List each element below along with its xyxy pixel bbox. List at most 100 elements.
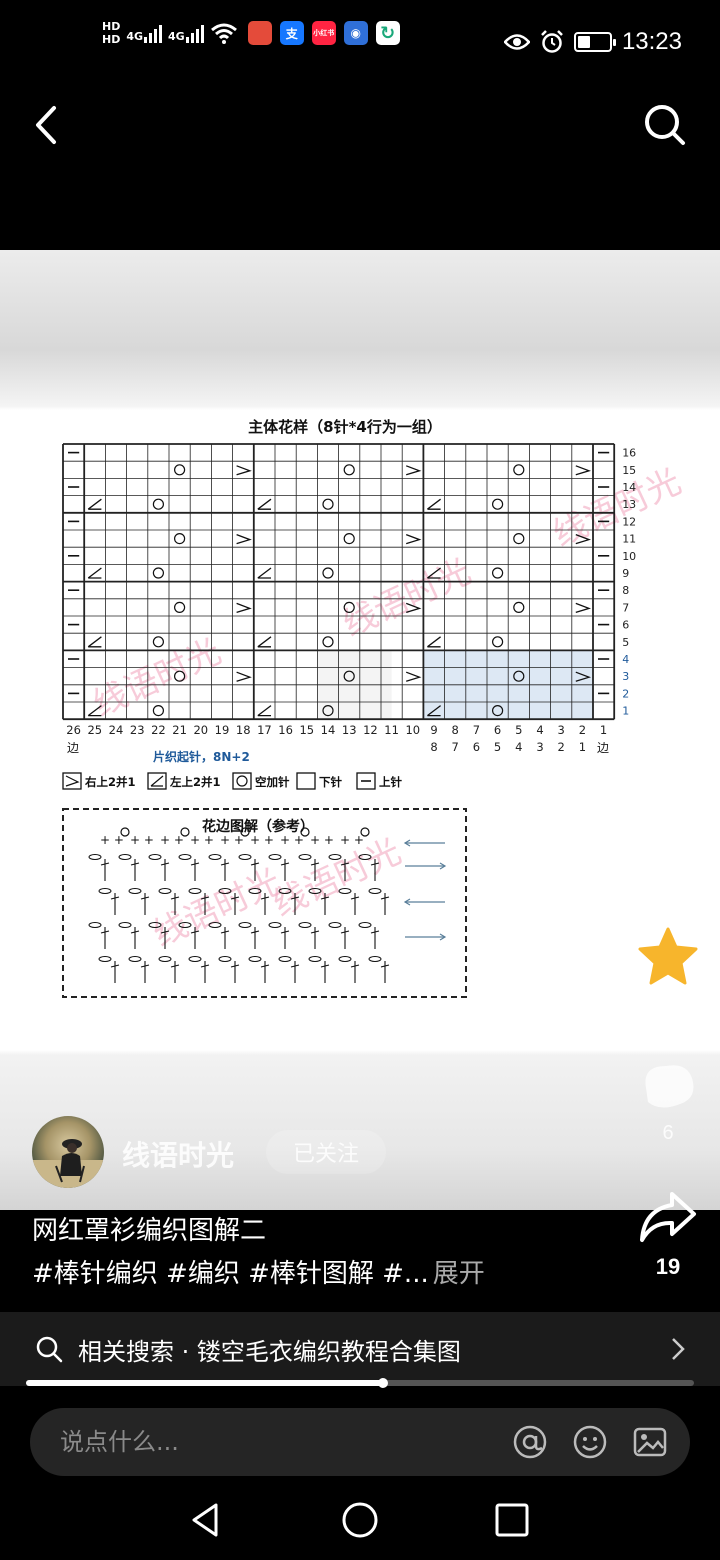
left-decrease-stitch <box>257 705 272 717</box>
plus-stitch: + + <box>100 833 124 847</box>
row-number: 10 <box>622 550 636 563</box>
yarn-over-stitch <box>152 498 164 510</box>
column-number: 24 <box>109 723 124 737</box>
chain-stitch <box>128 888 142 894</box>
image-icon[interactable] <box>632 1424 668 1460</box>
chain-stitch <box>158 956 172 962</box>
yarn-over-stitch <box>152 636 164 648</box>
yarn-over-stitch <box>174 533 186 545</box>
emoji-icon[interactable] <box>572 1424 608 1460</box>
row-number: 16 <box>622 447 636 460</box>
post-image-area[interactable]: 主体花样（8针*4行为一组） 线语时光 线语时光 线语时光 线语时光 线语时光 16 15… <box>0 250 720 1210</box>
nav-recents-icon[interactable] <box>492 1500 532 1540</box>
column-number: 22 <box>151 723 166 737</box>
chain-stitch <box>238 922 252 928</box>
video-progress-bar[interactable] <box>26 1378 694 1388</box>
column-number: 12 <box>363 723 378 737</box>
chain-stitch <box>98 888 112 894</box>
chain-stitch <box>118 854 132 860</box>
double-crochet <box>280 927 290 949</box>
follow-button[interactable]: 已关注 <box>266 1130 386 1174</box>
chain-stitch <box>98 956 112 962</box>
chain-stitch <box>298 854 312 860</box>
like-button[interactable]: 140 <box>628 660 708 751</box>
hashtag-list[interactable]: #棒针编织 #编织 #棒针图解 #... <box>32 1259 429 1289</box>
chain-stitch <box>218 956 232 962</box>
right-decrease-stitch <box>236 602 252 614</box>
author-name[interactable]: 线语时光 <box>122 1134 234 1174</box>
legend-label: 左上2并1 <box>169 775 221 789</box>
mention-icon[interactable] <box>512 1424 548 1460</box>
related-search-text: 相关搜索 · 镂空毛衣编织教程合集图 <box>78 1337 461 1366</box>
plus-stitch: + + <box>310 833 334 847</box>
row-number: 13 <box>622 498 636 511</box>
double-crochet <box>110 893 120 915</box>
share-button-hidden[interactable]: 6 <box>628 1058 708 1145</box>
plus-stitch: + + <box>220 833 244 847</box>
chain-stitch <box>88 854 102 860</box>
left-decrease-stitch <box>87 567 102 579</box>
repeat-number: 5 <box>494 740 501 754</box>
double-crochet <box>310 927 320 949</box>
edge-diagram: 花边图解（参考） + + + + + + + + + + + + + + + + + + <box>62 808 467 998</box>
chain-stitch <box>178 854 192 860</box>
double-crochet <box>290 961 300 983</box>
clock: 13:23 <box>621 28 682 55</box>
double-crochet <box>220 927 230 949</box>
share-button[interactable]: 19 <box>628 1188 708 1280</box>
xiaohongshu-icon: 小红书 <box>311 21 336 45</box>
comment-bubble-icon <box>639 795 696 852</box>
left-decrease-stitch <box>427 636 441 648</box>
column-number: 8 <box>452 723 459 737</box>
chain-stitch <box>308 956 322 962</box>
comment-bar[interactable] <box>30 1408 690 1476</box>
alipay-icon: 支 <box>279 21 304 45</box>
repeat-number: 4 <box>515 740 522 754</box>
column-number: 7 <box>473 723 480 737</box>
picot-stitch <box>180 827 190 837</box>
battery-icon <box>573 32 616 52</box>
chain-stitch <box>188 888 202 894</box>
signal-icon-2: 4G <box>168 23 204 43</box>
left-decrease-stitch <box>427 498 441 510</box>
comment-button[interactable]: 3 <box>628 792 708 887</box>
row-number: 14 <box>622 481 636 494</box>
search-icon-small <box>36 1336 63 1363</box>
nav-back-icon[interactable] <box>186 1500 226 1540</box>
yarn-over-stitch <box>343 464 355 476</box>
chain-stitch <box>238 854 252 860</box>
row-number: 12 <box>622 515 636 528</box>
column-number: 4 <box>536 723 543 737</box>
nav-home-icon[interactable] <box>340 1500 380 1540</box>
row-number: 7 <box>622 601 629 614</box>
chart-legend: 右上2并1 左上2并1 空加针 下针 上针 <box>62 772 402 790</box>
back-button[interactable] <box>28 100 68 150</box>
column-number: 19 <box>215 723 230 737</box>
system-navigation-bar <box>0 1482 720 1560</box>
plus-stitch: + + <box>250 833 274 847</box>
repeat-number: 7 <box>452 740 459 754</box>
double-crochet <box>350 961 360 983</box>
search-button[interactable] <box>640 100 690 150</box>
related-search-bar[interactable]: 相关搜索 · 镂空毛衣编织教程合集图 <box>0 1312 720 1386</box>
edge-label-right: 边 <box>597 741 609 755</box>
right-decrease-stitch <box>575 465 592 476</box>
legend-right-decrease <box>65 775 80 787</box>
column-number: 13 <box>342 723 357 737</box>
column-number: 25 <box>87 723 102 737</box>
legend-left-decrease <box>150 775 164 787</box>
author-avatar[interactable] <box>32 1116 104 1188</box>
hashtags[interactable]: #棒针编织 #编织 #棒针图解 #... 展开 <box>32 1253 485 1290</box>
comment-input[interactable] <box>60 1428 480 1456</box>
chain-stitch <box>248 956 262 962</box>
double-crochet <box>140 893 150 915</box>
refresh-app-icon: ↻ <box>375 21 400 45</box>
progress-handle[interactable] <box>377 1378 388 1388</box>
expand-button[interactable]: 展开 <box>433 1259 485 1289</box>
watermark-text: 线语时光 <box>87 631 227 725</box>
cast-on-note: 片织起针，8N+2 <box>153 749 250 764</box>
wifi-icon <box>210 23 237 44</box>
chain-stitch <box>338 956 352 962</box>
chain-stitch <box>158 888 172 894</box>
favorite-button[interactable]: 828 <box>628 926 708 1017</box>
